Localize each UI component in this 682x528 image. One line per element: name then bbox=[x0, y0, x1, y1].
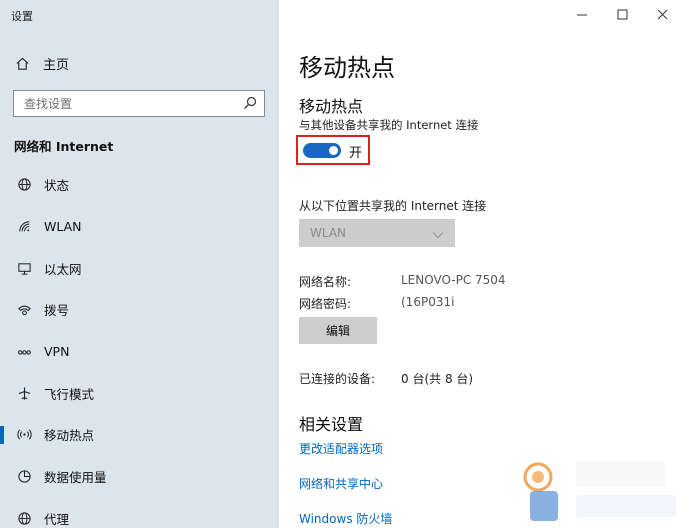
close-button[interactable] bbox=[642, 4, 682, 24]
sidebar-item-label: 拨号 bbox=[44, 303, 70, 319]
search-icon[interactable] bbox=[242, 95, 258, 111]
share-from-select[interactable]: WLAN bbox=[299, 219, 455, 247]
hotspot-icon bbox=[16, 427, 32, 443]
minimize-button[interactable] bbox=[562, 4, 602, 24]
sidebar-item-label: 以太网 bbox=[44, 261, 82, 277]
page-title: 移动热点 bbox=[299, 54, 395, 82]
sidebar-item-label: 移动热点 bbox=[44, 428, 95, 444]
network-password-value: (16P031i bbox=[401, 295, 455, 309]
ethernet-icon bbox=[16, 260, 32, 276]
share-from-value: WLAN bbox=[310, 226, 347, 240]
toggle-state-label: 开 bbox=[349, 146, 363, 161]
network-name-value: LENOVO-PC 7504 bbox=[401, 273, 506, 287]
sidebar-item-proxy[interactable]: 代理 bbox=[0, 498, 279, 528]
vpn-icon bbox=[16, 344, 32, 360]
globe-icon bbox=[16, 177, 32, 193]
sidebar-item-label: VPN bbox=[44, 344, 70, 360]
sidebar-item-vpn[interactable]: VPN bbox=[0, 331, 279, 373]
sidebar-item-label: 数据使用量 bbox=[44, 470, 107, 486]
link-adapter-options[interactable]: 更改适配器选项 bbox=[299, 440, 383, 457]
chevron-down-icon bbox=[432, 228, 444, 239]
network-name-label: 网络名称: bbox=[299, 275, 352, 289]
sidebar-item-label: 飞行模式 bbox=[44, 386, 95, 402]
content-panel: 移动热点 移动热点 与其他设备共享我的 Internet 连接 开 从以下位置共… bbox=[279, 0, 682, 528]
home-link[interactable]: 主页 bbox=[14, 53, 69, 73]
wifi-icon bbox=[16, 219, 32, 235]
window-controls bbox=[562, 4, 682, 24]
toggle-knob bbox=[329, 146, 338, 155]
link-network-sharing-center[interactable]: 网络和共享中心 bbox=[299, 475, 383, 492]
sidebar-item-dialup[interactable]: 拨号 bbox=[0, 289, 279, 331]
sidebar-item-label: 状态 bbox=[44, 178, 70, 194]
sidebar-item-label: 代理 bbox=[44, 511, 70, 527]
edit-button[interactable]: 编辑 bbox=[299, 317, 377, 344]
minimize-icon bbox=[576, 14, 587, 15]
dialup-icon bbox=[16, 302, 32, 318]
toggle-highlight: 开 bbox=[296, 135, 370, 165]
share-description: 与其他设备共享我的 Internet 连接 bbox=[299, 118, 479, 132]
share-from-label: 从以下位置共享我的 Internet 连接 bbox=[299, 199, 487, 213]
link-windows-firewall[interactable]: Windows 防火墙 bbox=[299, 510, 392, 527]
airplane-icon bbox=[16, 385, 32, 401]
sidebar-item-data-usage[interactable]: 数据使用量 bbox=[0, 456, 279, 498]
sidebar-nav: 状态 WLAN 以太网 拨号 VPN 飞行模式 移动热点 数据使用量 代理 bbox=[0, 164, 279, 528]
hotspot-heading: 移动热点 bbox=[299, 97, 364, 116]
sidebar-item-wlan[interactable]: WLAN bbox=[0, 206, 279, 248]
window-title: 设置 bbox=[11, 10, 33, 23]
hotspot-toggle[interactable] bbox=[303, 143, 341, 158]
search-placeholder: 查找设置 bbox=[24, 97, 73, 111]
data-usage-icon bbox=[16, 469, 32, 485]
connected-devices-label: 已连接的设备: bbox=[299, 372, 376, 386]
home-icon bbox=[14, 55, 30, 71]
sidebar-item-ethernet[interactable]: 以太网 bbox=[0, 247, 279, 289]
sidebar-item-label: WLAN bbox=[44, 219, 82, 235]
search-input[interactable]: 查找设置 bbox=[13, 90, 265, 117]
related-settings-heading: 相关设置 bbox=[299, 415, 364, 434]
close-icon bbox=[657, 9, 667, 19]
connected-devices-value: 0 台(共 8 台) bbox=[401, 372, 474, 386]
section-title: 网络和 Internet bbox=[14, 139, 114, 154]
globe-icon bbox=[16, 510, 32, 526]
maximize-button[interactable] bbox=[602, 4, 642, 24]
sidebar: 设置 主页 查找设置 网络和 Internet 状态 WLAN 以太网 拨号 V… bbox=[0, 0, 279, 528]
maximize-icon bbox=[617, 9, 627, 19]
home-label: 主页 bbox=[43, 57, 70, 73]
network-password-label: 网络密码: bbox=[299, 297, 352, 311]
watermark-logo bbox=[523, 461, 676, 521]
sidebar-item-hotspot[interactable]: 移动热点 bbox=[0, 414, 279, 456]
sidebar-item-airplane[interactable]: 飞行模式 bbox=[0, 372, 279, 414]
sidebar-item-status[interactable]: 状态 bbox=[0, 164, 279, 206]
